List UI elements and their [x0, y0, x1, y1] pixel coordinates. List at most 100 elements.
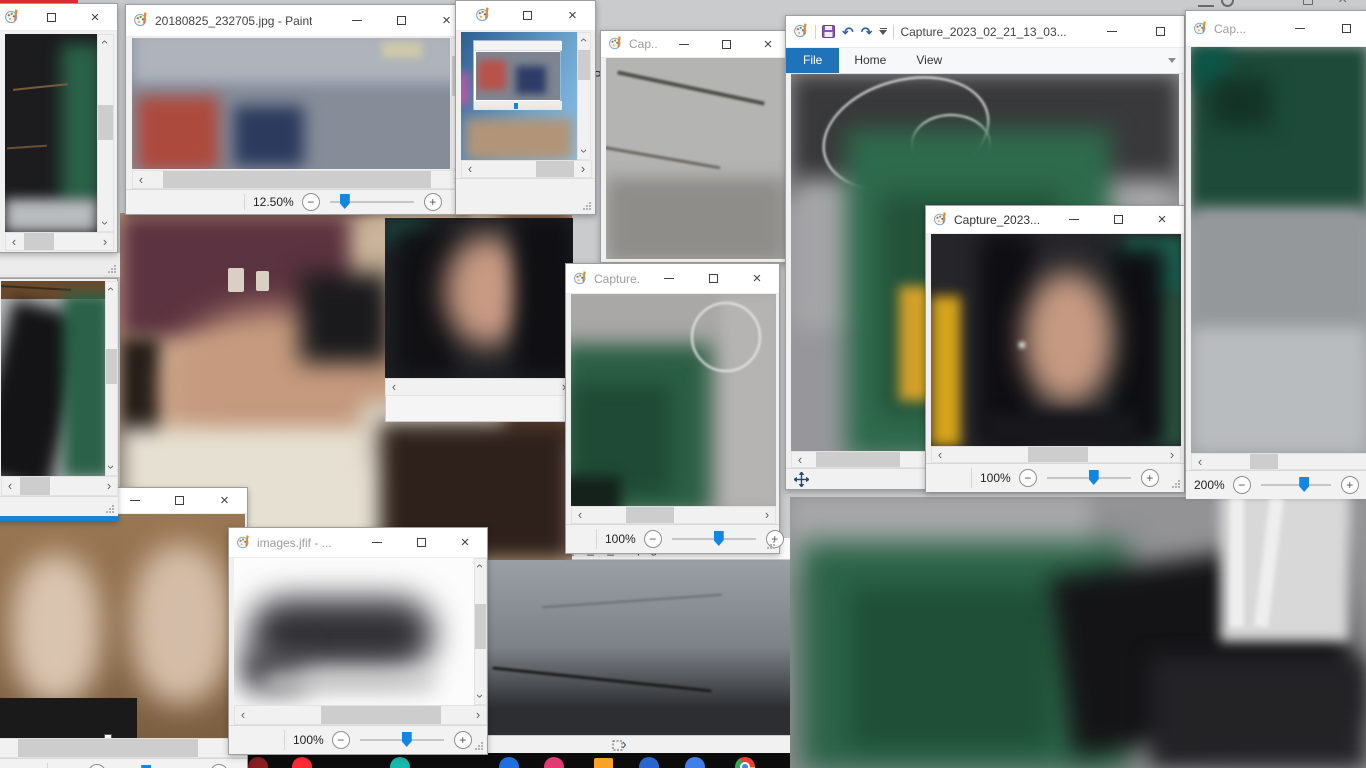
zoom-in-button[interactable]: +: [1341, 476, 1359, 494]
scroll-right-icon[interactable]: ›: [1164, 448, 1180, 462]
scroll-right-icon[interactable]: ›: [97, 235, 113, 249]
close-button[interactable]: ×: [202, 488, 247, 513]
scrollbar-thumb[interactable]: [578, 50, 590, 80]
zoom-slider-thumb[interactable]: [340, 194, 350, 209]
maximize-button[interactable]: [1323, 11, 1366, 46]
maximize-button[interactable]: [157, 488, 202, 513]
resize-grip[interactable]: [1172, 480, 1181, 489]
resize-grip[interactable]: [475, 742, 484, 751]
tab-file[interactable]: File: [786, 48, 839, 73]
scrollbar-track[interactable]: [578, 48, 590, 144]
scrollbar-thumb[interactable]: [475, 604, 486, 649]
hscrollbar[interactable]: ‹ ›: [132, 170, 465, 189]
resize-grip[interactable]: [583, 202, 592, 211]
scrollbar-thumb[interactable]: [1250, 454, 1278, 469]
zoom-in-button[interactable]: +: [1141, 469, 1159, 487]
title-bar[interactable]: ×: [456, 1, 595, 31]
close-button[interactable]: ×: [550, 1, 595, 30]
title-bar[interactable]: ×: [0, 4, 117, 31]
scrollbar-track[interactable]: [98, 50, 113, 216]
image-canvas[interactable]: [1191, 47, 1366, 453]
close-button[interactable]: ×: [1140, 206, 1184, 233]
hscrollbar[interactable]: ‹ ›: [5, 232, 114, 251]
minimize-button[interactable]: [112, 488, 157, 513]
maximize-button[interactable]: [29, 4, 73, 30]
scrollbar-track[interactable]: [251, 706, 470, 724]
scroll-left-icon[interactable]: ‹: [462, 162, 478, 176]
hscrollbar[interactable]: ‹ ›: [0, 738, 245, 758]
title-bar[interactable]: Cap...: [1186, 11, 1366, 47]
image-canvas[interactable]: [234, 558, 474, 705]
scrollbar-thumb[interactable]: [20, 477, 50, 495]
scroll-right-icon[interactable]: ›: [759, 508, 775, 522]
zoom-in-button[interactable]: +: [454, 731, 472, 749]
qat-dropdown-icon[interactable]: [879, 28, 887, 35]
scrollbar-thumb[interactable]: [321, 706, 441, 724]
vscrollbar[interactable]: ‹ ›: [97, 34, 114, 232]
close-button[interactable]: ×: [73, 4, 117, 30]
vscrollbar[interactable]: ‹ ›: [105, 281, 118, 476]
scroll-up-icon[interactable]: ‹: [578, 33, 590, 48]
resize-grip[interactable]: [106, 505, 115, 514]
close-button[interactable]: ×: [735, 264, 779, 293]
zoom-slider-thumb[interactable]: [402, 732, 412, 747]
scroll-left-icon[interactable]: ‹: [792, 453, 808, 467]
scrollbar-track[interactable]: [478, 161, 575, 177]
zoom-slider-thumb[interactable]: [141, 765, 151, 768]
scroll-left-icon[interactable]: ‹: [386, 380, 402, 394]
minimize-button[interactable]: [663, 31, 705, 57]
zoom-slider-thumb[interactable]: [1089, 470, 1099, 485]
resize-grip[interactable]: [108, 265, 117, 274]
file-explorer-icon[interactable]: [594, 758, 613, 768]
backdrop-image-canvas[interactable]: [790, 497, 1366, 768]
image-canvas[interactable]: [606, 58, 786, 259]
scrollbar-track[interactable]: [475, 574, 486, 689]
resize-grip[interactable]: [767, 541, 776, 550]
face-inset-canvas[interactable]: [385, 218, 573, 378]
minimize-button[interactable]: [334, 5, 379, 36]
scrollbar-thumb[interactable]: [536, 161, 574, 177]
scrollbar-thumb[interactable]: [24, 233, 54, 250]
scrollbar-thumb[interactable]: [18, 739, 198, 757]
zoom-slider[interactable]: [672, 538, 756, 540]
minimize-button[interactable]: [1088, 16, 1136, 47]
scrollbar-track[interactable]: [588, 507, 759, 523]
scroll-left-icon[interactable]: ‹: [1192, 455, 1208, 469]
scrollbar-thumb[interactable]: [1028, 447, 1088, 462]
cobblestone-canvas[interactable]: [132, 38, 450, 169]
hscrollbar[interactable]: ‹ ›: [931, 446, 1181, 463]
hands-canvas[interactable]: [0, 514, 245, 738]
maximize-button[interactable]: [379, 5, 424, 36]
redo-icon[interactable]: ↷: [861, 25, 873, 39]
maximize-button[interactable]: [705, 31, 747, 57]
scrollbar-track[interactable]: [402, 379, 556, 395]
zoom-out-button[interactable]: −: [1233, 476, 1251, 494]
scroll-up-icon[interactable]: ‹: [106, 282, 117, 297]
image-canvas[interactable]: [571, 294, 776, 506]
maximize-button[interactable]: [505, 1, 550, 30]
title-bar[interactable]: Cap... ×: [601, 31, 789, 58]
ribbon-collapse-icon[interactable]: [1168, 58, 1176, 63]
zoom-in-button[interactable]: +: [424, 193, 442, 211]
minimize-button[interactable]: [647, 264, 691, 293]
scroll-right-icon[interactable]: ›: [470, 708, 486, 722]
scroll-right-icon[interactable]: ›: [575, 162, 591, 176]
scrollbar-track[interactable]: [106, 297, 117, 460]
title-bar[interactable]: Capture... ×: [566, 264, 779, 294]
search-icon[interactable]: [1221, 0, 1234, 7]
maximize-button[interactable]: [399, 528, 443, 557]
scroll-left-icon[interactable]: ‹: [2, 479, 18, 493]
screenshot-canvas[interactable]: [461, 32, 577, 160]
scrollbar-track[interactable]: [149, 171, 448, 188]
zoom-out-button[interactable]: −: [1019, 469, 1037, 487]
title-bar[interactable]: 20180825_232705.jpg - Paint ×: [126, 5, 469, 37]
scroll-down-icon[interactable]: ›: [578, 144, 590, 159]
scrollbar-track[interactable]: [0, 739, 228, 757]
maximize-button[interactable]: [1136, 16, 1184, 47]
scroll-left-icon[interactable]: ‹: [235, 708, 251, 722]
zoom-slider[interactable]: [1047, 477, 1131, 479]
scroll-up-icon[interactable]: ‹: [475, 559, 486, 574]
close-button[interactable]: ×: [747, 31, 789, 57]
image-canvas[interactable]: [5, 34, 97, 232]
minimize-button[interactable]: [1277, 11, 1323, 46]
